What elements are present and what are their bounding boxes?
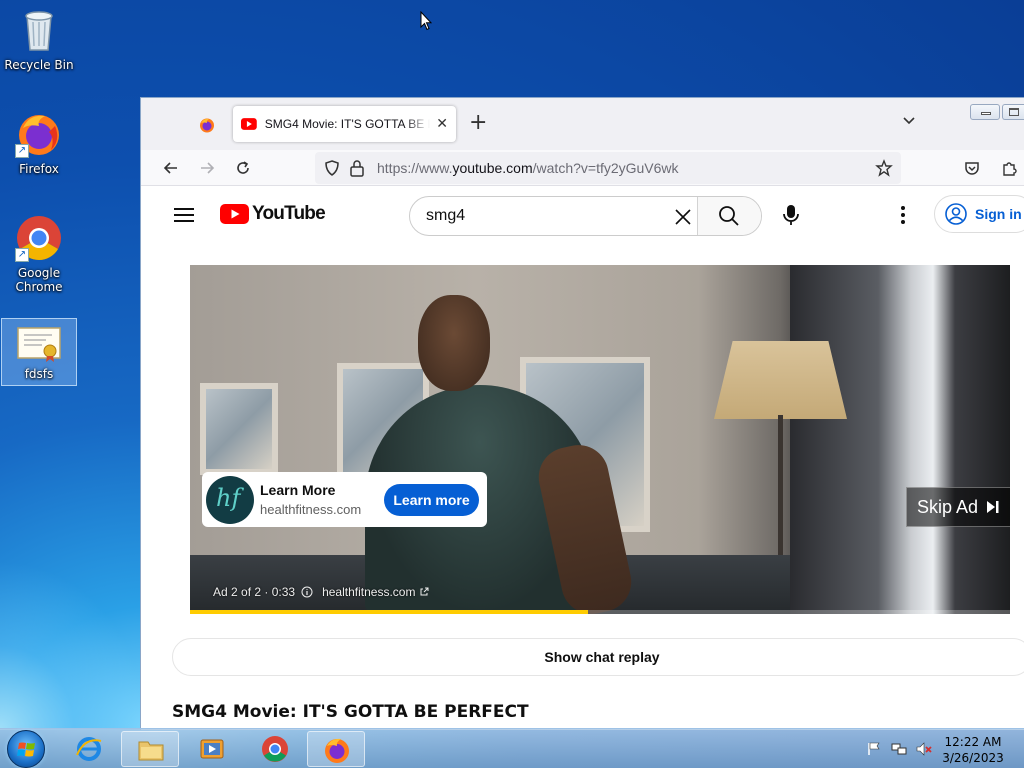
- maximize-button[interactable]: [1002, 104, 1024, 120]
- network-icon[interactable]: [891, 742, 907, 756]
- media-player-icon: [200, 739, 224, 759]
- video-title: SMG4 Movie: IT'S GOTTA BE PERFECT: [172, 702, 529, 722]
- system-clock[interactable]: 12:22 AM 3/26/2023: [930, 734, 1016, 766]
- sign-in-label: Sign in: [975, 206, 1022, 222]
- desktop-icon-label: Firefox: [19, 162, 59, 176]
- page-content: YouTube smg4 Sign in hf Learn More healt…: [148, 186, 1024, 730]
- ad-progress-bar[interactable]: [190, 610, 1010, 614]
- back-arrow-icon[interactable]: [162, 159, 180, 177]
- bookmark-star-icon[interactable]: [875, 159, 893, 177]
- microphone-icon[interactable]: [781, 204, 801, 226]
- sign-in-button[interactable]: Sign in: [934, 195, 1024, 233]
- close-tab-icon[interactable]: ✕: [436, 116, 448, 132]
- show-chat-replay-button[interactable]: Show chat replay: [172, 638, 1024, 676]
- ad-text: Learn More healthfitness.com: [260, 482, 384, 517]
- search-input[interactable]: [426, 207, 666, 225]
- video-player[interactable]: hf Learn More healthfitness.com Learn mo…: [190, 265, 1010, 614]
- ad-domain: healthfitness.com: [260, 502, 362, 517]
- search-button[interactable]: [697, 197, 761, 235]
- skip-next-icon: [987, 501, 999, 513]
- youtube-favicon-icon: [241, 118, 257, 130]
- desktop-icon-google-chrome[interactable]: ↗ Google Chrome: [1, 214, 77, 294]
- ad-info-domain-link[interactable]: healthfitness.com: [322, 585, 415, 599]
- taskbar-internet-explorer[interactable]: [60, 731, 118, 767]
- youtube-logo[interactable]: YouTube: [220, 203, 326, 225]
- taskbar: 12:22 AM 3/26/2023: [0, 728, 1024, 768]
- account-circle-icon: [945, 203, 967, 225]
- video-frame-lamp: [714, 341, 847, 419]
- pocket-icon[interactable]: [963, 159, 981, 177]
- youtube-play-logo-icon: [220, 204, 249, 224]
- windows-logo-icon: [17, 742, 35, 757]
- info-icon[interactable]: [301, 586, 313, 598]
- desktop-icon-label: fdsfs: [24, 367, 54, 381]
- skip-ad-button[interactable]: Skip Ad: [906, 487, 1010, 527]
- new-tab-button[interactable]: +: [469, 112, 487, 134]
- search-icon: [719, 206, 739, 226]
- clock-time: 12:22 AM: [944, 735, 1002, 749]
- tab-youtube-video[interactable]: SMG4 Movie: IT'S GOTTA BE PERFECT ✕: [233, 106, 456, 142]
- desktop-icon-label: Google Chrome: [15, 266, 63, 294]
- forward-arrow-icon[interactable]: [198, 159, 216, 177]
- video-frame-head: [418, 295, 490, 391]
- ad-count-time: Ad 2 of 2 · 0:33: [213, 585, 296, 599]
- external-link-icon: [420, 587, 429, 596]
- firefox-window: SMG4 Movie: IT'S GOTTA BE PERFECT ✕ +: [140, 97, 1024, 730]
- more-vertical-icon[interactable]: [900, 205, 906, 225]
- taskbar-google-chrome[interactable]: [246, 731, 304, 767]
- firefox-view-icon[interactable]: [199, 117, 215, 133]
- folder-icon: [138, 741, 164, 761]
- ad-overlay-card[interactable]: hf Learn More healthfitness.com Learn mo…: [202, 472, 487, 527]
- desktop-wallpaper-glow: [0, 560, 150, 730]
- tracking-shield-icon[interactable]: [323, 159, 341, 177]
- desktop-icon-label: Recycle Bin: [4, 58, 74, 72]
- tab-bar: SMG4 Movie: IT'S GOTTA BE PERFECT ✕ +: [141, 98, 1024, 150]
- skip-ad-label: Skip Ad: [917, 496, 979, 517]
- shortcut-arrow-icon: ↗: [15, 144, 29, 158]
- lock-icon[interactable]: [349, 159, 365, 177]
- internet-explorer-icon: [76, 737, 102, 761]
- desktop-icon-firefox[interactable]: ↗ Firefox: [1, 110, 77, 176]
- taskbar-media-player[interactable]: [183, 731, 241, 767]
- video-frame-window: [790, 265, 1010, 614]
- clock-date: 3/26/2023: [942, 751, 1004, 765]
- youtube-wordmark: YouTube: [252, 203, 326, 224]
- navigation-toolbar: https://www.youtube.com/watch?v=tfy2yGuV…: [141, 150, 1024, 186]
- desktop-icon-recycle-bin[interactable]: Recycle Bin: [1, 6, 77, 72]
- ad-title: Learn More: [260, 482, 336, 498]
- firefox-icon: [325, 738, 349, 763]
- search-box: [409, 196, 762, 236]
- extensions-puzzle-icon[interactable]: [1000, 159, 1018, 177]
- clear-search-icon[interactable]: [674, 208, 692, 226]
- advertiser-logo: hf: [206, 475, 254, 524]
- firefox-icon: ↗: [15, 110, 63, 158]
- mouse-cursor-icon: [420, 11, 432, 31]
- taskbar-file-explorer[interactable]: [121, 731, 179, 767]
- tab-title: SMG4 Movie: IT'S GOTTA BE PERFECT: [264, 117, 431, 131]
- chevron-down-icon[interactable]: [901, 112, 917, 128]
- reload-icon[interactable]: [234, 159, 252, 177]
- chrome-icon: [262, 736, 288, 762]
- taskbar-firefox[interactable]: [307, 731, 365, 767]
- video-frame-painting: [200, 383, 278, 475]
- url-text: https://www.youtube.com/watch?v=tfy2yGuV…: [377, 160, 679, 176]
- action-center-flag-icon[interactable]: [866, 742, 882, 756]
- certificate-file-icon: [16, 325, 62, 363]
- ad-info-bar: Ad 2 of 2 · 0:33 healthfitness.com: [213, 585, 429, 599]
- learn-more-button[interactable]: Learn more: [384, 483, 479, 516]
- shortcut-arrow-icon: ↗: [15, 248, 29, 262]
- ad-progress-fill: [190, 610, 588, 614]
- minimize-button[interactable]: [970, 104, 1000, 120]
- recycle-bin-icon: [15, 6, 63, 54]
- start-button[interactable]: [7, 730, 45, 768]
- desktop-icon-fdsfs[interactable]: fdsfs: [1, 318, 77, 386]
- chrome-icon: ↗: [15, 214, 63, 262]
- hamburger-menu-icon[interactable]: [174, 208, 194, 222]
- address-bar[interactable]: https://www.youtube.com/watch?v=tfy2yGuV…: [315, 152, 901, 184]
